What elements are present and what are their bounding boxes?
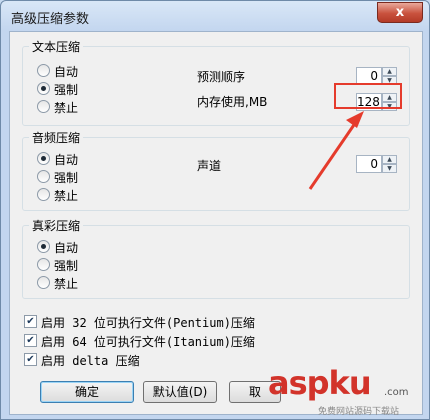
checkbox-checked-icon: ✔ [24, 334, 37, 347]
radio-selected-icon [37, 240, 50, 253]
watermark: aspku .com 免费网站源码下载站 [260, 364, 430, 420]
spin-down-icon[interactable]: ▼ [382, 76, 397, 85]
predict-order-spinner[interactable]: 0 ▲ ▼ [356, 67, 397, 85]
audio-compression-label: 音频压缩 [29, 129, 84, 146]
spin-up-icon[interactable]: ▲ [382, 67, 397, 76]
radio-icon [37, 258, 50, 271]
radio-label: 自动 [54, 241, 79, 255]
watermark-subtitle: 免费网站源码下载站 [318, 407, 400, 417]
watermark-logo: aspku [268, 364, 372, 402]
radio-icon [37, 188, 50, 201]
checkbox-checked-icon: ✔ [24, 315, 37, 328]
channel-spinner[interactable]: 0 ▲ ▼ [356, 155, 397, 173]
predict-order-input[interactable]: 0 [356, 67, 382, 85]
title-bar: 高级压缩参数 x [1, 1, 429, 31]
radio-selected-icon [37, 152, 50, 165]
spin-down-icon[interactable]: ▼ [382, 164, 397, 173]
radio-label: 自动 [54, 65, 79, 79]
radio-icon [37, 100, 50, 113]
close-button[interactable]: x [377, 2, 423, 23]
radio-icon [37, 276, 50, 289]
memory-usage-label: 内存使用,MB [197, 95, 268, 109]
radio-label: 禁止 [54, 101, 79, 115]
memory-usage-input[interactable]: 128 [356, 93, 382, 111]
spinner-arrows[interactable]: ▲ ▼ [382, 155, 397, 173]
radio-label: 强制 [54, 83, 79, 97]
radio-label: 强制 [54, 259, 79, 273]
channel-input[interactable]: 0 [356, 155, 382, 173]
dialog-window: 高级压缩参数 x 文本压缩 自动 强制 禁止 预测顺序 0 ▲ ▼ 内存使用,M… [0, 0, 430, 420]
spin-up-icon[interactable]: ▲ [382, 155, 397, 164]
truecolor-compression-label: 真彩压缩 [29, 217, 84, 234]
checkbox-checked-icon: ✔ [24, 353, 37, 366]
ok-button[interactable]: 确定 [40, 381, 134, 403]
radio-icon [37, 170, 50, 183]
checkbox-label: 启用 64 位可执行文件(Itanium)压缩 [41, 335, 255, 349]
spin-down-icon[interactable]: ▼ [382, 102, 397, 111]
truecolor-compression-group: 真彩压缩 自动 强制 禁止 [22, 217, 410, 299]
spin-up-icon[interactable]: ▲ [382, 93, 397, 102]
channel-label: 声道 [197, 159, 222, 173]
close-icon: x [395, 5, 405, 20]
text-compression-label: 文本压缩 [29, 38, 84, 55]
default-values-button[interactable]: 默认值(D) [143, 381, 217, 403]
radio-label: 自动 [54, 153, 79, 167]
radio-label: 禁止 [54, 189, 79, 203]
checkbox-label: 启用 delta 压缩 [41, 354, 140, 368]
radio-icon [37, 64, 50, 77]
memory-usage-spinner[interactable]: 128 ▲ ▼ [356, 93, 397, 111]
window-title: 高级压缩参数 [11, 12, 90, 27]
spinner-arrows[interactable]: ▲ ▼ [382, 67, 397, 85]
text-compression-group: 文本压缩 自动 强制 禁止 预测顺序 0 ▲ ▼ 内存使用,MB 128 ▲ ▼ [22, 38, 410, 126]
checkbox-label: 启用 32 位可执行文件(Pentium)压缩 [41, 316, 255, 330]
audio-compression-group: 音频压缩 自动 强制 禁止 声道 0 ▲ ▼ [22, 129, 410, 211]
radio-label: 强制 [54, 171, 79, 185]
radio-label: 禁止 [54, 277, 79, 291]
watermark-tld: .com [384, 387, 409, 398]
predict-order-label: 预测顺序 [197, 70, 246, 84]
radio-selected-icon [37, 82, 50, 95]
dialog-client: 文本压缩 自动 强制 禁止 预测顺序 0 ▲ ▼ 内存使用,MB 128 ▲ ▼… [9, 31, 423, 415]
spinner-arrows[interactable]: ▲ ▼ [382, 93, 397, 111]
